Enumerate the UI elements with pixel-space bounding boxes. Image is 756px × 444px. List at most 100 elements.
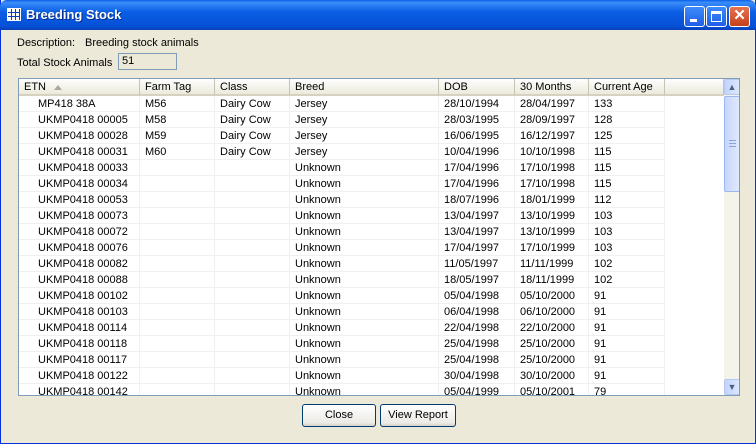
- vertical-scrollbar[interactable]: ▲ ▼: [724, 79, 739, 395]
- cell-current-age: 115: [589, 144, 665, 160]
- maximize-icon: [711, 11, 722, 22]
- table-row[interactable]: UKMP0418 00005 M58 Dairy Cow Jersey 28/03/19…: [19, 112, 724, 128]
- window-close-button[interactable]: ✕: [729, 6, 750, 27]
- table-row[interactable]: UKMP0418 00102 Unknown 05/04/1998 05/10/200…: [19, 288, 724, 304]
- description-label: Description:: [17, 37, 76, 49]
- cell-class: [215, 336, 290, 352]
- cell-etn: UKMP0418 00082: [19, 256, 140, 272]
- scroll-down-button[interactable]: ▼: [724, 379, 739, 395]
- table-row[interactable]: UKMP0418 00031 M60 Dairy Cow Jersey 10/04/19…: [19, 144, 724, 160]
- table-row[interactable]: UKMP0418 00114 Unknown 22/04/1998 22/10/200…: [19, 320, 724, 336]
- grid-icon: [7, 8, 21, 21]
- cell-breed: Unknown: [290, 304, 439, 320]
- column-header-label: Breed: [295, 81, 325, 93]
- cell-current-age: 103: [589, 224, 665, 240]
- minimize-icon: [690, 19, 697, 22]
- cell-etn: UKMP0418 00053: [19, 192, 140, 208]
- table-row[interactable]: UKMP0418 00072 Unknown 13/04/1997 13/10/199…: [19, 224, 724, 240]
- column-header-class[interactable]: Class: [215, 79, 290, 96]
- table-header: ETN Farm Tag Class Breed DOB 30 Months Current…: [19, 79, 724, 96]
- table-row[interactable]: UKMP0418 00034 Unknown 17/04/1996 17/10/199…: [19, 176, 724, 192]
- column-header-current-age[interactable]: Current Age: [589, 79, 665, 96]
- column-header-30-months[interactable]: 30 Months: [515, 79, 589, 96]
- scroll-up-button[interactable]: ▲: [724, 79, 739, 95]
- column-header-farm-tag[interactable]: Farm Tag: [140, 79, 215, 96]
- table-row[interactable]: UKMP0418 00103 Unknown 06/04/1998 06/10/200…: [19, 304, 724, 320]
- cell-class: [215, 272, 290, 288]
- table-row[interactable]: UKMP0418 00142 Unknown 05/04/1999 05/10/200…: [19, 384, 724, 395]
- table-row[interactable]: MP418 38A M56 Dairy Cow Jersey 28/10/1994 28/…: [19, 96, 724, 112]
- cell-dob: 13/04/1997: [439, 208, 515, 224]
- table-row[interactable]: UKMP0418 00028 M59 Dairy Cow Jersey 16/06/19…: [19, 128, 724, 144]
- cell-class: Dairy Cow: [215, 112, 290, 128]
- title-bar[interactable]: Breeding Stock ✕: [0, 0, 756, 30]
- cell-dob: 30/04/1998: [439, 368, 515, 384]
- cell-breed: Unknown: [290, 240, 439, 256]
- table-row[interactable]: UKMP0418 00082 Unknown 11/05/1997 11/11/199…: [19, 256, 724, 272]
- maximize-button[interactable]: [706, 6, 727, 27]
- cell-etn: MP418 38A: [19, 96, 140, 112]
- cell-30-months: 25/10/2000: [515, 352, 589, 368]
- table-row[interactable]: UKMP0418 00053 Unknown 18/07/1996 18/01/199…: [19, 192, 724, 208]
- column-header-label: DOB: [444, 81, 468, 93]
- cell-current-age: 79: [589, 384, 665, 395]
- cell-dob: 17/04/1997: [439, 240, 515, 256]
- cell-class: Dairy Cow: [215, 144, 290, 160]
- table-row[interactable]: UKMP0418 00033 Unknown 17/04/1996 17/10/199…: [19, 160, 724, 176]
- cell-breed: Unknown: [290, 208, 439, 224]
- table-row[interactable]: UKMP0418 00073 Unknown 13/04/1997 13/10/199…: [19, 208, 724, 224]
- column-header-etn[interactable]: ETN: [19, 79, 140, 96]
- cell-etn: UKMP0418 00102: [19, 288, 140, 304]
- cell-farm-tag: [140, 336, 215, 352]
- table-row[interactable]: UKMP0418 00076 Unknown 17/04/1997 17/10/199…: [19, 240, 724, 256]
- cell-breed: Unknown: [290, 160, 439, 176]
- cell-30-months: 16/12/1997: [515, 128, 589, 144]
- cell-class: [215, 352, 290, 368]
- column-header-filler: [665, 79, 724, 96]
- cell-etn: UKMP0418 00072: [19, 224, 140, 240]
- cell-breed: Unknown: [290, 256, 439, 272]
- cell-breed: Unknown: [290, 272, 439, 288]
- table-row[interactable]: UKMP0418 00118 Unknown 25/04/1998 25/10/200…: [19, 336, 724, 352]
- column-header-breed[interactable]: Breed: [290, 79, 439, 96]
- cell-dob: 11/05/1997: [439, 256, 515, 272]
- view-report-button[interactable]: View Report: [380, 404, 456, 427]
- total-stock-label: Total Stock Animals: [17, 57, 113, 69]
- cell-etn: UKMP0418 00073: [19, 208, 140, 224]
- cell-etn: UKMP0418 00076: [19, 240, 140, 256]
- cell-farm-tag: [140, 368, 215, 384]
- cell-farm-tag: [140, 304, 215, 320]
- cell-farm-tag: M58: [140, 112, 215, 128]
- cell-farm-tag: [140, 288, 215, 304]
- cell-farm-tag: [140, 224, 215, 240]
- cell-class: [215, 224, 290, 240]
- close-button[interactable]: Close: [302, 404, 376, 427]
- description-value: Breeding stock animals: [85, 37, 199, 49]
- cell-30-months: 13/10/1999: [515, 208, 589, 224]
- cell-breed: Unknown: [290, 288, 439, 304]
- breeding-stock-window: Breeding Stock ✕ Description: Breeding s…: [0, 0, 756, 444]
- column-header-dob[interactable]: DOB: [439, 79, 515, 96]
- table-row[interactable]: UKMP0418 00117 Unknown 25/04/1998 25/10/200…: [19, 352, 724, 368]
- minimize-button[interactable]: [684, 6, 705, 27]
- close-icon: ✕: [733, 7, 746, 24]
- cell-30-months: 17/10/1998: [515, 160, 589, 176]
- cell-current-age: 103: [589, 208, 665, 224]
- chevron-down-icon: ▼: [727, 382, 737, 392]
- cell-etn: UKMP0418 00103: [19, 304, 140, 320]
- table-row[interactable]: UKMP0418 00122 Unknown 30/04/1998 30/10/200…: [19, 368, 724, 384]
- cell-class: [215, 208, 290, 224]
- cell-etn: UKMP0418 00028: [19, 128, 140, 144]
- grip-line: [729, 143, 736, 144]
- cell-30-months: 05/10/2000: [515, 288, 589, 304]
- cell-current-age: 91: [589, 352, 665, 368]
- column-header-label: Current Age: [594, 81, 653, 93]
- scroll-thumb[interactable]: [724, 96, 739, 192]
- table-row[interactable]: UKMP0418 00088 Unknown 18/05/1997 18/11/199…: [19, 272, 724, 288]
- cell-dob: 13/04/1997: [439, 224, 515, 240]
- cell-breed: Jersey: [290, 144, 439, 160]
- cell-class: [215, 256, 290, 272]
- chevron-up-icon: ▲: [727, 82, 737, 92]
- cell-farm-tag: M60: [140, 144, 215, 160]
- cell-dob: 10/04/1996: [439, 144, 515, 160]
